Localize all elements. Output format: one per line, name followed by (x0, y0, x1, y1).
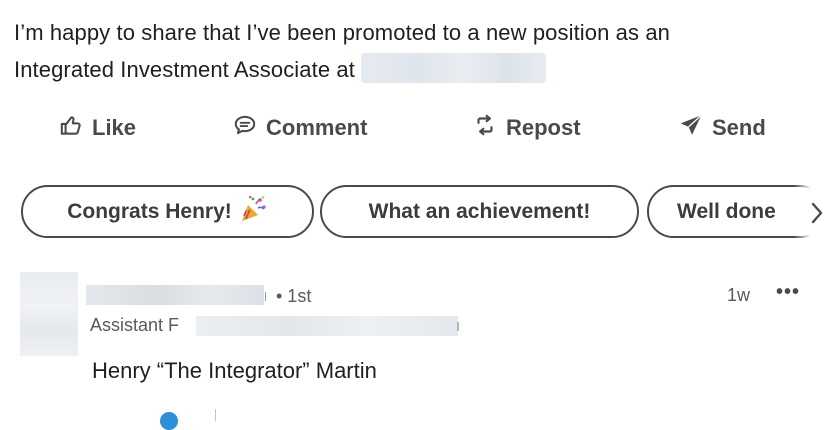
reaction-icon (160, 412, 178, 430)
redacted-headline (196, 316, 458, 336)
send-button[interactable]: Send (678, 108, 766, 148)
send-label: Send (712, 115, 766, 140)
suggested-reply-label: What an achievement! (368, 199, 591, 223)
redaction-artifact (457, 322, 459, 331)
redacted-company-name (360, 53, 546, 84)
redacted-commenter-name[interactable] (86, 285, 264, 305)
repost-label: Repost (506, 115, 581, 140)
connection-degree: • 1st (276, 286, 312, 306)
suggested-reply-label: Well done (677, 199, 776, 223)
post-text-line-2: Integrated Investment Associate at (14, 51, 814, 88)
more-options-button[interactable]: ••• (774, 280, 802, 304)
speech-bubble-icon (232, 112, 266, 144)
post-text-line-1: I’m happy to share that I’ve been promot… (14, 20, 670, 45)
like-button[interactable]: Like (58, 108, 136, 148)
comment-item: • 1st Assistant F 1w ••• Henry “The Inte… (0, 266, 832, 430)
commenter-headline: Assistant F (90, 315, 180, 335)
avatar[interactable] (20, 272, 78, 356)
suggested-reply-chip[interactable]: What an achievement! (320, 185, 639, 238)
party-popper-icon (238, 194, 268, 230)
social-action-bar: Like Comment Repost Send (0, 108, 832, 148)
comment-body: Henry “The Integrator” Martin (92, 358, 377, 383)
comment-timestamp: 1w (727, 285, 751, 305)
post-text-line-2-text: Integrated Investment Associate at (14, 57, 355, 82)
suggested-replies: Congrats Henry! What an achievement! Wel… (0, 185, 832, 242)
repost-button[interactable]: Repost (472, 108, 581, 148)
suggested-reply-label: Congrats Henry! (67, 199, 232, 223)
repost-arrows-icon (472, 112, 506, 144)
like-label: Like (92, 115, 137, 140)
thumbs-up-icon (58, 112, 92, 144)
post-text: I’m happy to share that I’ve been promot… (14, 14, 814, 88)
divider (215, 409, 216, 421)
redaction-artifact (265, 292, 266, 301)
suggested-reply-chip[interactable]: Congrats Henry! (21, 185, 314, 238)
comment-label: Comment (266, 115, 368, 140)
comment-button[interactable]: Comment (232, 108, 367, 148)
chevron-right-icon[interactable] (806, 198, 828, 228)
paper-plane-icon (678, 112, 712, 144)
ellipsis-icon: ••• (775, 280, 800, 303)
